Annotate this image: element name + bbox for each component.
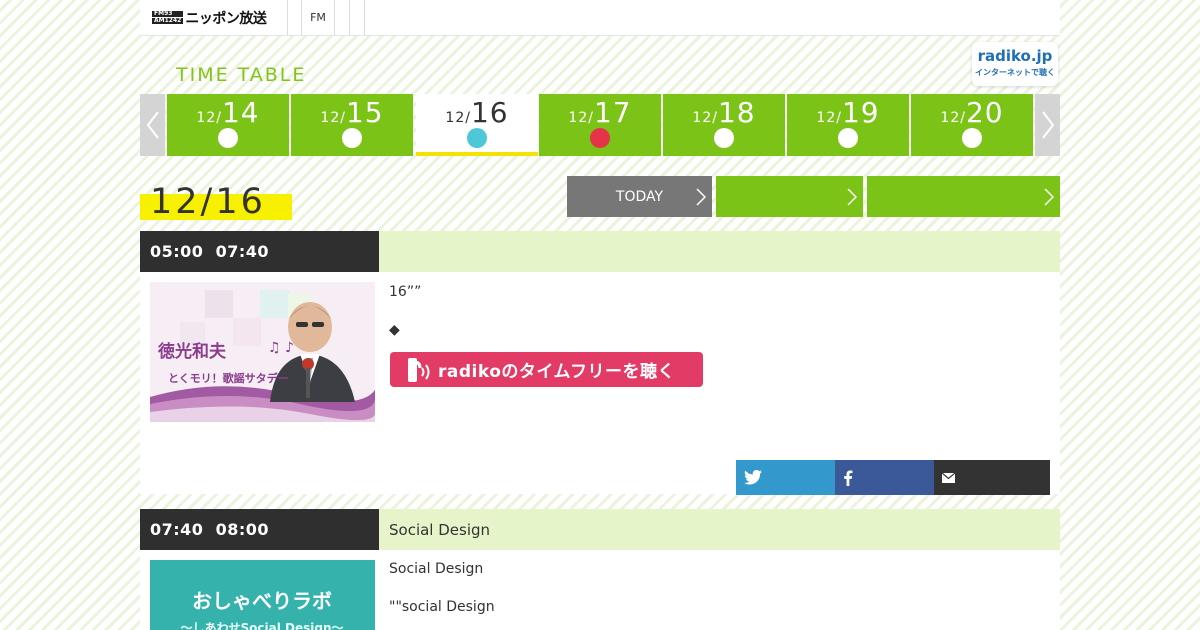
radiko-banner[interactable]: radiko.jp インターネットで聴く [972, 42, 1058, 86]
chevron-left-icon [146, 111, 159, 139]
next-week-arrow[interactable] [1035, 94, 1060, 156]
green-nav-button-2[interactable] [867, 176, 1060, 217]
day-month: 12/ [940, 110, 966, 126]
program-thumbnail-image: 徳光和夫 とくモリ！歌謡サタデー ♫ ♪ [150, 282, 375, 422]
program-time: 07:40 08:00 [140, 509, 379, 550]
nav-fm-link[interactable]: FM [302, 0, 335, 35]
day-month: 12/ [816, 110, 842, 126]
day-month: 12/ [320, 110, 346, 126]
facebook-icon [844, 470, 853, 486]
program-start: 07:40 [150, 520, 204, 539]
day-number: 20 [965, 96, 1004, 129]
program-description-line: Social Design [389, 561, 484, 577]
day-tabs: 12/14 12/15 12/16 12/17 12/18 12/19 12/2… [140, 94, 1060, 156]
program-thumbnail[interactable]: 徳光和夫 とくモリ！歌謡サタデー ♫ ♪ [150, 282, 375, 422]
day-tab-17[interactable]: 12/17 [539, 94, 661, 156]
day-month: 12/ [196, 110, 222, 126]
mail-icon [942, 472, 955, 483]
program-end: 08:00 [215, 520, 270, 539]
radiko-subtext: インターネットで聴く [975, 68, 1055, 77]
program-time: 05:00 07:40 [140, 231, 379, 272]
thumb-subtitle: 〜しあわせSocial Design〜 [181, 621, 344, 630]
share-facebook-button[interactable] [835, 460, 934, 495]
day-tab-20[interactable]: 12/20 [911, 94, 1033, 156]
day-number: 14 [221, 96, 260, 129]
program-end: 07:40 [215, 242, 270, 261]
day-month: 12/ [692, 110, 718, 126]
nav-spacer [288, 0, 302, 35]
day-number: 15 [345, 96, 384, 129]
program-description-line: 16”” [389, 284, 422, 300]
radiko-logo: radiko.jp [977, 47, 1053, 65]
green-nav-button-1[interactable] [716, 176, 863, 217]
day-number: 19 [841, 96, 880, 129]
day-month: 12/ [445, 110, 471, 126]
twitter-icon [744, 470, 762, 485]
radiko-timefree-label: radikoのタイムフリーを聴く [438, 362, 676, 382]
day-number: 17 [593, 96, 632, 129]
today-button-label: TODAY [615, 188, 664, 205]
program-block: 07:40 08:00 Social Design おしゃべりラボ 〜しあわせS… [140, 509, 1060, 630]
thumb-subtitle: とくモリ！歌謡サタデー [168, 371, 289, 385]
radiko-timefree-button[interactable]: radikoのタイムフリーを聴く [390, 352, 703, 387]
day-month: 12/ [568, 110, 594, 126]
program-start: 05:00 [150, 242, 204, 261]
chevron-right-icon [847, 188, 857, 206]
today-button[interactable]: TODAY [567, 176, 712, 217]
program-title[interactable] [379, 231, 1060, 272]
site-header: FM93 AM1242 ニッポン放送 FM [140, 0, 1060, 36]
chevron-right-icon [1044, 188, 1054, 206]
date-heading: 12/16 [150, 182, 266, 222]
program-description-line: ◆ [389, 322, 400, 338]
day-tab-14[interactable]: 12/14 [167, 94, 289, 156]
day-number: 18 [717, 96, 756, 129]
program-title[interactable]: Social Design [379, 509, 1060, 550]
day-tab-15[interactable]: 12/15 [291, 94, 413, 156]
radiko-r-icon [408, 357, 430, 382]
logo-badge-am: AM1242 [152, 17, 184, 24]
svg-text:♫ ♪: ♫ ♪ [268, 340, 294, 356]
nav-link-empty-2[interactable] [350, 0, 365, 35]
nippon-housou-logo[interactable]: FM93 AM1242 ニッポン放送 [140, 0, 288, 35]
day-tab-16-active[interactable]: 12/16 [416, 94, 538, 156]
share-mail-button[interactable] [934, 460, 1050, 495]
day-number: 16 [470, 96, 509, 129]
logo-text: ニッポン放送 [185, 10, 267, 27]
program-description-line: ""social Design [389, 599, 495, 615]
nav-link-empty-1[interactable] [335, 0, 350, 35]
day-tab-18[interactable]: 12/18 [663, 94, 785, 156]
thumb-title: おしゃべりラボ [192, 589, 332, 613]
prev-week-arrow[interactable] [140, 94, 165, 156]
chevron-right-icon [1041, 111, 1054, 139]
thumb-title: 徳光和夫 [157, 341, 227, 362]
program-header: 07:40 08:00 Social Design [140, 509, 1060, 550]
program-block: 05:00 07:40 徳光和夫 とくモリ！歌謡サタデー ♫ ♪ 16”” ◆ … [140, 231, 1060, 495]
program-thumbnail[interactable]: おしゃべりラボ 〜しあわせSocial Design〜 [150, 560, 375, 630]
chevron-right-icon [696, 188, 706, 206]
program-thumbnail-image: おしゃべりラボ 〜しあわせSocial Design〜 [150, 560, 375, 630]
page: FM93 AM1242 ニッポン放送 FM TIME TABLE radiko.… [140, 0, 1060, 630]
logo-badge: FM93 AM1242 [152, 11, 184, 24]
timetable-title: TIME TABLE [176, 64, 307, 86]
day-tab-19[interactable]: 12/19 [787, 94, 909, 156]
program-header: 05:00 07:40 [140, 231, 1060, 272]
share-twitter-button[interactable] [736, 460, 835, 495]
